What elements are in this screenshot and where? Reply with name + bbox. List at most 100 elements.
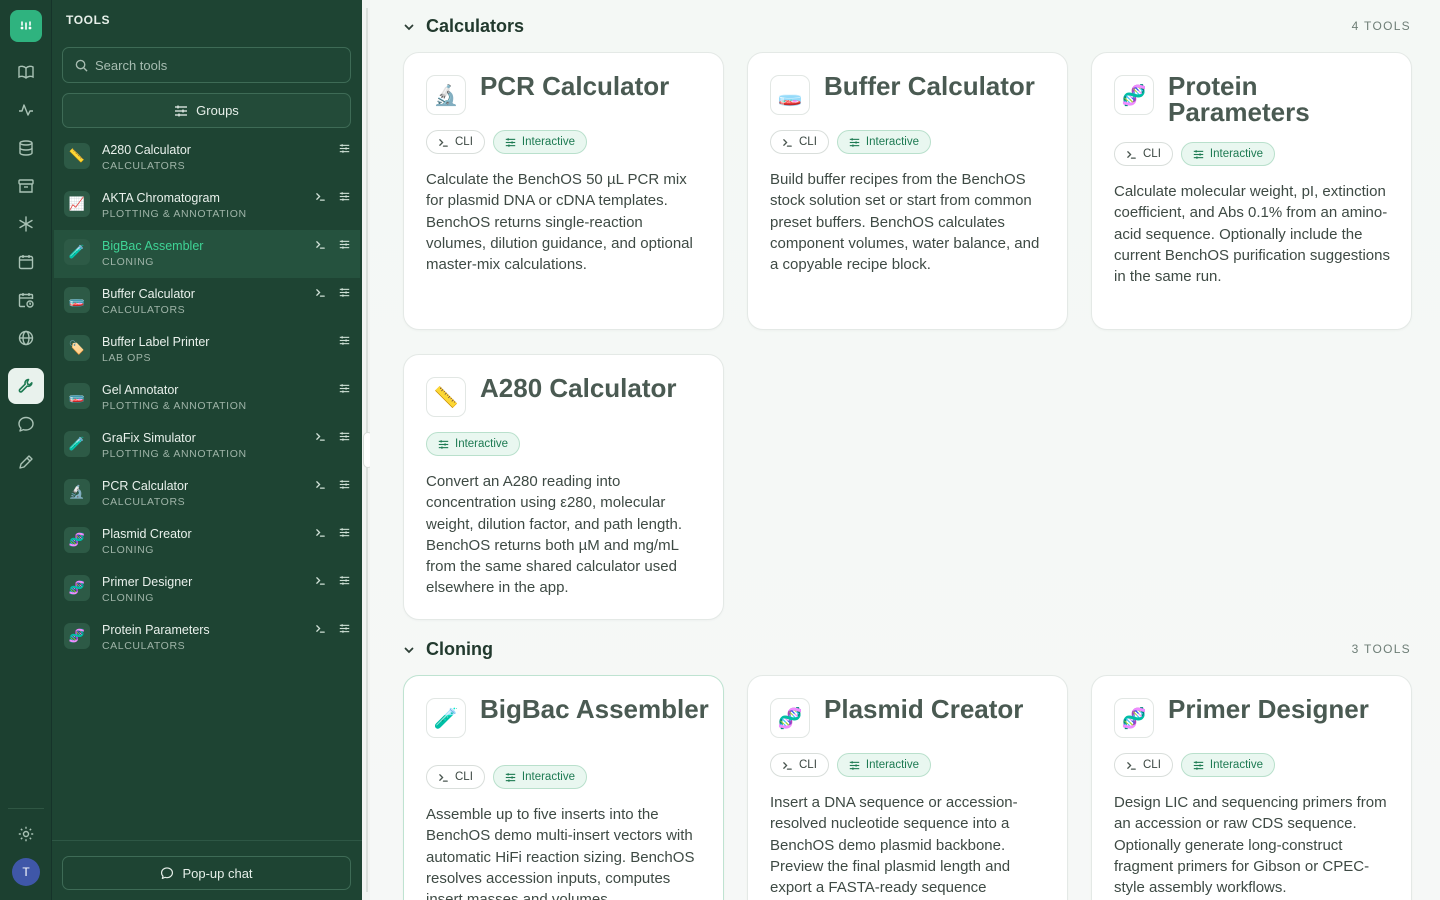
section-title: Calculators [426, 16, 525, 36]
interactive-badge-label: Interactive [521, 771, 575, 783]
interactive-sliders-icon[interactable] [339, 287, 350, 298]
tool-list-item[interactable]: 🧫 Buffer Calculator CALCULATORS [54, 278, 360, 326]
tool-card-bigbac-assembler[interactable]: 🧪 BigBac Assembler CLI Interactive Assemble … [403, 675, 724, 900]
interactive-badge[interactable]: Interactive [1180, 142, 1275, 166]
tool-emoji-icon: 📏 [426, 377, 466, 417]
card-badges: Interactive [426, 432, 521, 456]
snowflake-icon[interactable] [8, 206, 44, 242]
tool-list-item[interactable]: 🧫 Gel Annotator PLOTTING & ANNOTATION [54, 374, 360, 422]
tool-card-protein-parameters[interactable]: 🧬 Protein Parameters CLI Interactive Calcula… [1091, 52, 1412, 330]
cli-badge-label: CLI [799, 136, 817, 148]
main-content: Calculators 4 TOOLS 🔬 PCR Calculator CLI In… [370, 0, 1440, 900]
cli-badge[interactable]: CLI [1114, 753, 1173, 777]
activity-icon[interactable] [8, 92, 44, 128]
interactive-sliders-icon[interactable] [339, 431, 350, 442]
tool-emoji-icon: 🧬 [1114, 75, 1154, 115]
cli-badge[interactable]: CLI [770, 130, 829, 154]
tool-list-item[interactable]: 🔬 PCR Calculator CALCULATORS [54, 470, 360, 518]
globe-icon[interactable] [8, 320, 44, 356]
interactive-sliders-icon[interactable] [339, 335, 350, 346]
cli-terminal-icon[interactable] [315, 431, 326, 442]
interactive-badge[interactable]: Interactive [836, 753, 931, 777]
groups-button[interactable]: Groups [62, 93, 351, 128]
interactive-sliders-icon[interactable] [339, 479, 350, 490]
wrench-icon[interactable] [8, 368, 44, 404]
chevron-down-icon[interactable] [403, 644, 415, 656]
interactive-sliders-icon[interactable] [339, 239, 350, 250]
panel-divider [52, 840, 362, 841]
calendar-clock-icon[interactable] [8, 282, 44, 318]
cli-terminal-icon[interactable] [315, 575, 326, 586]
card-title: BigBac Assembler [480, 694, 709, 724]
card-title: Primer Designer [1168, 694, 1369, 724]
panel-resizer[interactable] [362, 0, 373, 900]
tool-emoji-icon: 📈 [64, 191, 90, 217]
interactive-sliders-icon[interactable] [339, 575, 350, 586]
tool-card-primer-designer[interactable]: 🧬 Primer Designer CLI Interactive Design LIC… [1091, 675, 1412, 900]
section-header-cloning[interactable]: Cloning 3 TOOLS [370, 635, 1440, 665]
section-header-calculators[interactable]: Calculators 4 TOOLS [370, 12, 1440, 42]
search-input[interactable] [95, 48, 335, 82]
tool-list-item[interactable]: 🧪 BigBac Assembler CLONING [54, 230, 360, 278]
tool-card-buffer-calculator[interactable]: 🧫 Buffer Calculator CLI Interactive Build bu… [747, 52, 1068, 330]
tool-list-item[interactable]: 🧬 Primer Designer CLONING [54, 566, 360, 614]
tool-list-item[interactable]: 🧬 Plasmid Creator CLONING [54, 518, 360, 566]
tool-category: CALCULATORS [102, 496, 186, 508]
interactive-badge[interactable]: Interactive [1180, 753, 1275, 777]
tool-list-item[interactable]: 📏 A280 Calculator CALCULATORS [54, 134, 360, 182]
tool-card-a280-calculator[interactable]: 📏 A280 Calculator Interactive Convert an A2… [403, 354, 724, 620]
notebook-icon[interactable] [8, 54, 44, 90]
card-description: Insert a DNA sequence or accession-resol… [770, 794, 1018, 897]
settings-gear-icon[interactable] [8, 816, 44, 852]
cli-badge[interactable]: CLI [770, 753, 829, 777]
tool-name: Protein Parameters [102, 623, 210, 637]
interactive-badge-label: Interactive [865, 759, 919, 771]
cli-terminal-icon[interactable] [315, 191, 326, 202]
tool-list-item[interactable]: 📈 AKTA Chromatogram PLOTTING & ANNOTATION [54, 182, 360, 230]
card-description: Build buffer recipes from the BenchOS st… [770, 171, 1040, 274]
tool-emoji-icon: 🧬 [64, 527, 90, 553]
interactive-badge[interactable]: Interactive [492, 130, 587, 154]
database-icon[interactable] [8, 130, 44, 166]
tool-card-pcr-calculator[interactable]: 🔬 PCR Calculator CLI Interactive Calculate t… [403, 52, 724, 330]
chevron-down-icon[interactable] [403, 21, 415, 33]
cli-terminal-icon[interactable] [315, 287, 326, 298]
interactive-sliders-icon[interactable] [339, 143, 350, 154]
tool-emoji-icon: 📏 [64, 143, 90, 169]
cli-badge[interactable]: CLI [426, 130, 485, 154]
cli-terminal-icon[interactable] [315, 527, 326, 538]
tool-category: CLONING [102, 256, 155, 268]
cli-terminal-icon[interactable] [315, 479, 326, 490]
interactive-sliders-icon[interactable] [339, 623, 350, 634]
interactive-sliders-icon[interactable] [339, 527, 350, 538]
tool-name: Primer Designer [102, 575, 193, 589]
interactive-sliders-icon[interactable] [339, 191, 350, 202]
card-title: PCR Calculator [480, 71, 670, 101]
icon-rail: T [0, 0, 52, 900]
cli-terminal-icon[interactable] [315, 239, 326, 250]
chat-icon[interactable] [8, 406, 44, 442]
cli-badge[interactable]: CLI [1114, 142, 1173, 166]
interactive-badge[interactable]: Interactive [836, 130, 931, 154]
interactive-badge[interactable]: Interactive [492, 765, 587, 789]
user-avatar[interactable]: T [12, 858, 40, 886]
cli-terminal-icon[interactable] [315, 623, 326, 634]
cli-badge[interactable]: CLI [426, 765, 485, 789]
pen-tag-icon[interactable] [8, 444, 44, 480]
app-logo-icon[interactable] [10, 10, 42, 42]
card-description: Design LIC and sequencing primers from a… [1114, 794, 1387, 897]
tool-list-item[interactable]: 🧬 Protein Parameters CALCULATORS [54, 614, 360, 662]
tool-card-plasmid-creator[interactable]: 🧬 Plasmid Creator CLI Interactive Insert a D… [747, 675, 1068, 900]
interactive-badge[interactable]: Interactive [426, 432, 521, 456]
tool-list-item[interactable]: 🏷️ Buffer Label Printer LAB OPS [54, 326, 360, 374]
archive-icon[interactable] [8, 168, 44, 204]
tool-emoji-icon: 🔬 [64, 479, 90, 505]
tool-emoji-icon: 🧬 [64, 575, 90, 601]
calendar-icon[interactable] [8, 244, 44, 280]
popup-chat-button[interactable]: Pop-up chat [62, 856, 351, 890]
search-box[interactable] [62, 47, 351, 83]
tool-list-item[interactable]: 🧪 GraFix Simulator PLOTTING & ANNOTATION [54, 422, 360, 470]
tool-name: Buffer Label Printer [102, 335, 210, 349]
interactive-sliders-icon[interactable] [339, 383, 350, 394]
card-description: Calculate the BenchOS 50 µL PCR mix for … [426, 171, 693, 274]
